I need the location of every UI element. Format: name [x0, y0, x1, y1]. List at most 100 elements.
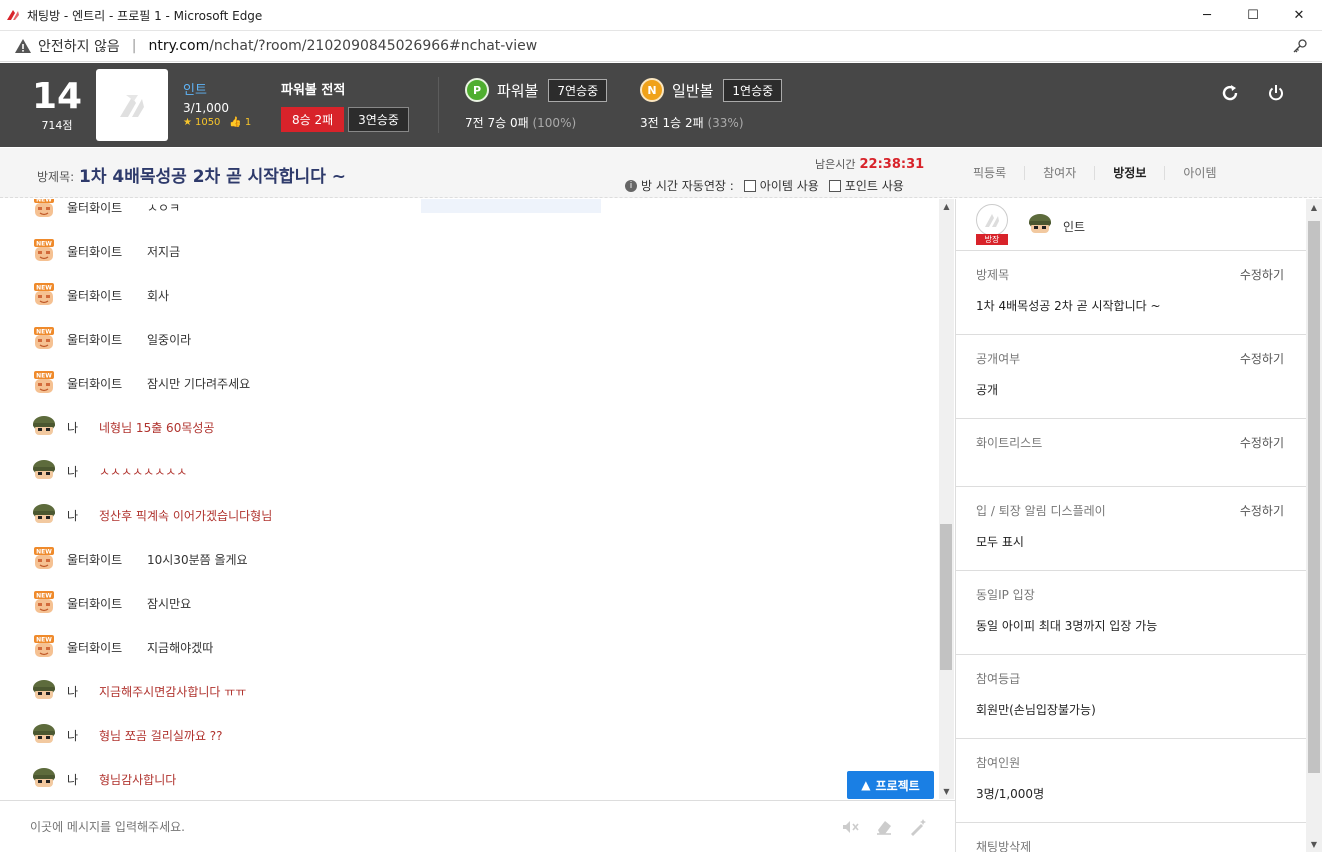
url-text[interactable]: ntry.com/nchat/?room/2102090845026966#nc…	[148, 38, 537, 54]
new-member-avatar-icon[interactable]: NEW	[31, 370, 57, 396]
tab-participants[interactable]: 참여자	[1025, 166, 1096, 180]
message-nickname[interactable]: 나	[67, 771, 99, 788]
side-scroll-down-icon[interactable]: ▼	[1306, 836, 1322, 852]
svg-text:NEW: NEW	[36, 241, 52, 248]
room-info-sections: 방제목 수정하기 1차 4배목성공 2차 곧 시작합니다 ~ 공개여부 수정하기 공개 화이…	[956, 251, 1306, 852]
owner-avatar[interactable]	[976, 204, 1008, 236]
new-member-avatar-icon[interactable]: NEW	[31, 199, 57, 220]
message-nickname[interactable]: 울터화이트	[67, 199, 147, 216]
soldier-avatar-icon[interactable]	[31, 678, 57, 704]
point-use-label[interactable]: 포인트 사용	[845, 177, 904, 194]
point-use-checkbox[interactable]	[828, 179, 841, 192]
address-bar[interactable]: 안전하지 않음 | ntry.com/nchat/?room/210209084…	[0, 31, 1322, 62]
new-member-avatar-icon[interactable]: NEW	[31, 546, 57, 572]
profile-avatar[interactable]	[96, 69, 168, 141]
info-section-value: 3명/1,000명	[976, 787, 1045, 801]
room-info-panel: 방장 인트 방제목 수정하기 1차 4배목성공 2차 곧 시작합니다 ~ 공개여부 수정…	[955, 199, 1306, 852]
message-nickname[interactable]: 울터화이트	[67, 287, 147, 304]
message-nickname[interactable]: 울터화이트	[67, 639, 147, 656]
chat-log[interactable]: NEW 울터화이트 ㅅㅇㅋ NEW 울터화이트 저지금 NEW 울터화이트 회사 NEW 울터화이트…	[0, 199, 939, 799]
soldier-avatar-icon[interactable]	[31, 458, 57, 484]
message-input[interactable]	[30, 817, 810, 837]
star-count: 1050	[194, 117, 221, 128]
tab-pick-register[interactable]: 픽등록	[955, 166, 1026, 180]
message-nickname[interactable]: 울터화이트	[67, 243, 147, 260]
header-divider	[438, 77, 439, 133]
message-nickname[interactable]: 울터화이트	[67, 375, 147, 392]
power-icon[interactable]	[1266, 83, 1286, 103]
chat-message: 나 형님감사합니다	[31, 766, 176, 792]
edit-button[interactable]: 수정하기	[1240, 502, 1284, 519]
powerball-name: 파워볼	[497, 81, 539, 100]
chat-scroll-thumb[interactable]	[940, 524, 952, 670]
address-separator: |	[131, 38, 137, 54]
soldier-avatar-icon[interactable]	[31, 414, 57, 440]
tab-items[interactable]: 아이템	[1165, 166, 1234, 180]
magic-wand-icon[interactable]	[908, 817, 928, 837]
side-scroll-up-icon[interactable]: ▲	[1306, 199, 1322, 215]
app-logo-icon	[7, 10, 19, 20]
message-text: 네형님 15출 60목성공	[99, 420, 215, 435]
edit-button[interactable]: 수정하기	[1240, 434, 1284, 451]
soldier-avatar-icon[interactable]	[31, 766, 57, 792]
info-section-value: 공개	[976, 383, 999, 397]
mute-icon[interactable]	[840, 817, 860, 837]
new-member-avatar-icon[interactable]: NEW	[31, 282, 57, 308]
message-nickname[interactable]: 나	[67, 507, 99, 524]
maximize-button[interactable]: ☐	[1230, 0, 1276, 31]
timer-label: 남은시간	[815, 158, 856, 171]
message-text: 회사	[147, 288, 170, 303]
edit-button[interactable]: 수정하기	[1240, 350, 1284, 367]
chat-scrollbar[interactable]: ▲ ▼	[939, 199, 954, 799]
tab-room-info[interactable]: 방정보	[1095, 166, 1166, 180]
svg-text:NEW: NEW	[36, 593, 52, 600]
chat-message: 나 네형님 15출 60목성공	[31, 414, 214, 440]
message-text: 지금해주시면감사합니다 ㅠㅠ	[99, 684, 247, 699]
soldier-avatar-icon[interactable]	[31, 502, 57, 528]
info-icon[interactable]: i	[625, 179, 637, 192]
message-nickname[interactable]: 나	[67, 683, 99, 700]
insecure-label[interactable]: 안전하지 않음	[38, 36, 120, 56]
scroll-down-icon[interactable]: ▼	[939, 784, 954, 799]
message-text: 형님 쪼곰 걸리실까요 ??	[99, 728, 223, 743]
default-avatar-icon	[120, 95, 144, 117]
chat-message: NEW 울터화이트 지금해야겠따	[31, 634, 213, 660]
minimize-button[interactable]: ─	[1184, 0, 1230, 31]
room-options: i 방 시간 자동연장 : 아이템 사용 포인트 사용	[625, 177, 904, 194]
warning-icon[interactable]	[14, 37, 32, 55]
new-member-avatar-icon[interactable]: NEW	[31, 634, 57, 660]
eraser-icon[interactable]	[874, 817, 894, 837]
edit-button[interactable]: 수정하기	[1240, 266, 1284, 283]
new-member-avatar-icon[interactable]: NEW	[31, 326, 57, 352]
info-section: 채팅방삭제	[956, 823, 1306, 852]
scroll-up-icon[interactable]: ▲	[939, 199, 954, 214]
new-member-avatar-icon[interactable]: NEW	[31, 590, 57, 616]
item-use-label[interactable]: 아이템 사용	[760, 177, 819, 194]
item-use-checkbox[interactable]	[743, 179, 756, 192]
message-nickname[interactable]: 나	[67, 419, 99, 436]
url-path: /nchat/?room/2102090845026966#nchat-view	[209, 38, 538, 54]
powerball-stat: 7전 7승 0패	[465, 116, 529, 130]
user-name[interactable]: 인트	[183, 79, 251, 98]
refresh-icon[interactable]	[1220, 83, 1240, 103]
message-nickname[interactable]: 나	[67, 463, 99, 480]
message-nickname[interactable]: 울터화이트	[67, 595, 147, 612]
key-icon[interactable]	[1292, 38, 1308, 54]
user-count: 3/1,000	[183, 101, 230, 115]
level-points: 714점	[41, 119, 73, 132]
message-nickname[interactable]: 울터화이트	[67, 551, 147, 568]
chat-message: NEW 울터화이트 잠시만 기다려주세요	[31, 370, 250, 396]
soldier-avatar-icon[interactable]	[31, 722, 57, 748]
close-button[interactable]: ✕	[1276, 0, 1322, 31]
new-member-avatar-icon[interactable]: NEW	[31, 238, 57, 264]
project-button[interactable]: ▲ 프로젝트	[847, 771, 934, 799]
message-text: 형님감사합니다	[99, 772, 177, 787]
chat-message: 나 형님 쪼곰 걸리실까요 ??	[31, 722, 223, 748]
info-section-label: 참여인원	[976, 756, 1021, 770]
message-text: 일중이라	[147, 332, 192, 347]
side-scroll-thumb[interactable]	[1308, 221, 1320, 773]
side-scrollbar[interactable]: ▲ ▼	[1306, 199, 1322, 852]
message-nickname[interactable]: 나	[67, 727, 99, 744]
message-nickname[interactable]: 울터화이트	[67, 331, 147, 348]
soldier-avatar-icon	[1029, 214, 1051, 233]
